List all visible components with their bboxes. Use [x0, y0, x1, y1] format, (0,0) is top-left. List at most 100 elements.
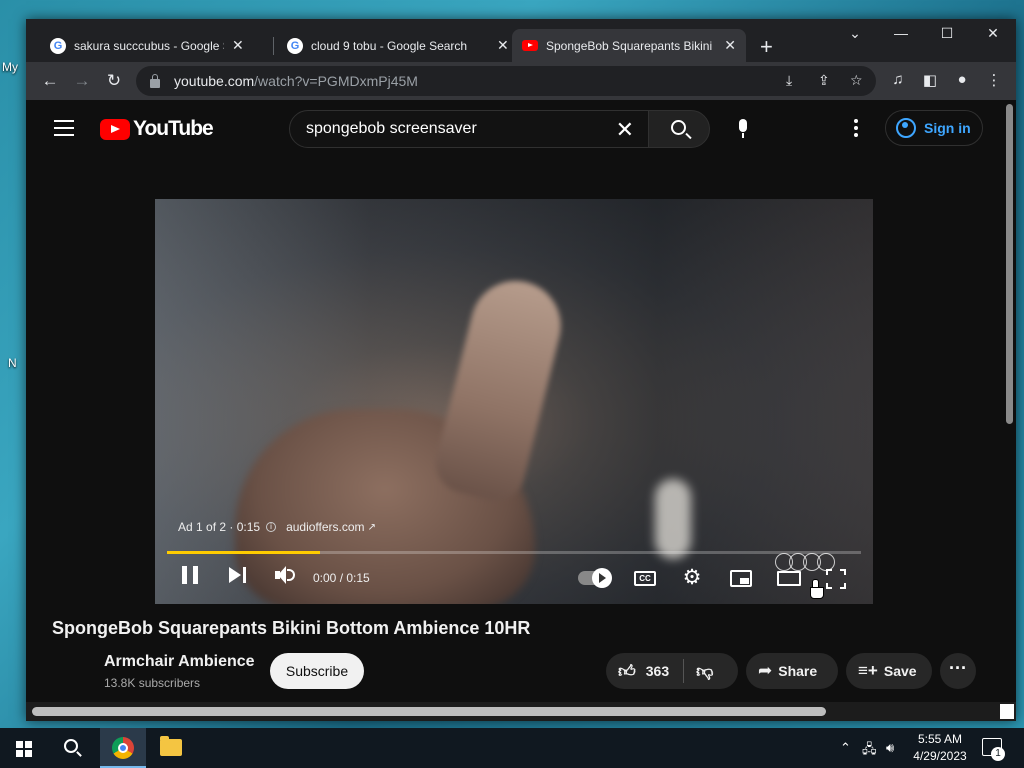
desktop-icon-label[interactable]: My [2, 60, 18, 74]
media-control-icon[interactable]: ♫ [888, 71, 908, 88]
clock-date: 4/29/2023 [913, 749, 967, 763]
horizontal-scroll-thumb[interactable] [32, 707, 826, 716]
new-tab-button[interactable]: + [760, 34, 773, 60]
mouse-cursor-icon [810, 579, 824, 599]
chrome-icon [112, 737, 134, 759]
notification-count: 1 [991, 747, 1005, 761]
file-explorer-icon[interactable] [160, 736, 182, 756]
browser-menu-icon[interactable]: ⋮ [984, 71, 1004, 89]
video-player[interactable]: Ad 1 of 2 · 0:15 i audioffers.com ↗ 0:00… [155, 199, 873, 604]
desktop-icon-label-n[interactable]: N [8, 356, 17, 370]
clock-time: 5:55 AM [917, 732, 963, 746]
like-icon[interactable]: 👍︎ [618, 661, 636, 682]
search-input[interactable]: spongebob screensaver ✕ [289, 110, 649, 148]
close-tab-icon[interactable]: ✕ [724, 37, 736, 54]
microphone-icon [739, 119, 747, 132]
windows-start-icon[interactable] [16, 741, 32, 757]
youtube-icon [522, 40, 538, 51]
save-playlist-icon: ≡+ [858, 661, 878, 680]
clear-search-icon[interactable]: ✕ [616, 117, 634, 143]
maximize-button[interactable]: ☐ [924, 25, 970, 42]
close-tab-icon[interactable]: ✕ [232, 37, 244, 54]
network-icon[interactable]: 🖧︎ [862, 740, 877, 762]
taskbar-search-icon[interactable] [64, 739, 78, 753]
google-icon [50, 37, 66, 54]
reload-button[interactable]: ↻ [104, 71, 124, 91]
close-tab-icon[interactable]: ✕ [497, 37, 509, 54]
miniplayer-button[interactable] [730, 570, 752, 587]
tab-youtube-active[interactable]: SpongeBob Squarepants Bikini Bottom Ambi… [512, 29, 746, 62]
address-bar[interactable]: youtube.com/watch?v=PGMDxmPj45M ⤓ ⇪ ☆ [136, 66, 876, 96]
google-icon [287, 37, 303, 54]
url-text[interactable]: youtube.com/watch?v=PGMDxmPj45M [174, 73, 418, 89]
youtube-page: YouTube spongebob screensaver ✕ Sign in [26, 100, 1016, 721]
subtitles-button[interactable]: CC [634, 571, 656, 586]
account-icon [896, 118, 916, 138]
lock-icon[interactable] [150, 73, 160, 88]
tab-title: cloud 9 tobu - Google Search [311, 38, 468, 53]
channel-name[interactable]: Armchair Ambience [104, 653, 255, 671]
sign-in-button[interactable]: Sign in [885, 110, 983, 146]
tab-separator [273, 37, 274, 55]
horizontal-scrollbar[interactable] [26, 702, 1016, 721]
ad-info-icon[interactable]: i [266, 522, 277, 532]
progress-fill [167, 551, 320, 554]
minimize-button[interactable]: — [878, 25, 924, 41]
settings-gear-icon[interactable]: ⚙ [682, 567, 702, 588]
pause-button[interactable] [182, 566, 198, 584]
vertical-scrollbar[interactable] [1002, 100, 1016, 702]
dislike-icon[interactable]: 👎︎ [696, 661, 713, 682]
youtube-logo-text: YouTube [133, 117, 214, 140]
tab-search-icon[interactable]: ⌄ [832, 25, 878, 42]
search-button[interactable] [648, 110, 710, 148]
back-button[interactable]: ← [40, 71, 60, 91]
progress-bar[interactable] [167, 551, 861, 554]
next-button[interactable] [229, 567, 247, 583]
profile-icon[interactable]: ● [952, 71, 972, 88]
guide-menu-icon[interactable] [54, 120, 74, 141]
share-page-icon[interactable]: ⇪ [818, 72, 830, 89]
volume-tray-icon[interactable]: 🔊︎ [886, 740, 894, 756]
side-panel-icon[interactable]: ◧ [920, 71, 940, 89]
forward-button[interactable]: → [72, 71, 92, 91]
share-button[interactable]: ➦ Share [746, 653, 838, 689]
subscriber-count: 13.8K subscribers [104, 676, 201, 690]
browser-window: sakura succcubus - Google Search ✕ cloud… [26, 19, 1016, 721]
share-label: Share [778, 663, 818, 679]
tab-title: sakura succcubus - Google Search [74, 38, 224, 53]
share-arrow-icon: ➦ [758, 661, 773, 680]
tab-google-search-1[interactable]: sakura succcubus - Google Search ✕ [40, 29, 254, 62]
browser-toolbar: ← → ↻ youtube.com/watch?v=PGMDxmPj45M ⤓ … [26, 62, 1016, 100]
install-app-icon[interactable]: ⤓ [786, 72, 792, 89]
autoplay-toggle[interactable] [578, 568, 612, 588]
settings-menu-icon[interactable] [854, 119, 858, 140]
more-actions-button[interactable]: ··· [940, 653, 976, 689]
close-window-button[interactable]: ✕ [970, 25, 1016, 42]
voice-search-button[interactable] [724, 110, 762, 148]
youtube-logo[interactable]: YouTube [100, 117, 214, 141]
fullscreen-button[interactable] [826, 569, 846, 589]
taskbar: ⌃ 🖧︎ 🔊︎ 5:55 AM 4/29/2023 1 [0, 728, 1024, 768]
tab-google-search-2[interactable]: cloud 9 tobu - Google Search ✕ [277, 29, 519, 62]
video-title: SpongeBob Squarepants Bikini Bottom Ambi… [52, 618, 531, 638]
show-hidden-icons-chevron[interactable]: ⌃ [840, 740, 851, 756]
theater-mode-button[interactable] [777, 571, 801, 586]
search-icon [671, 120, 686, 135]
notifications-icon[interactable]: 1 [982, 738, 1005, 761]
volume-button[interactable] [275, 566, 295, 584]
time-display: 0:00 / 0:15 [313, 571, 370, 585]
save-label: Save [883, 663, 917, 679]
ad-domain-link[interactable]: audioffers.com [286, 520, 365, 534]
taskbar-chrome-button[interactable] [100, 728, 146, 768]
tab-strip: sakura succcubus - Google Search ✕ cloud… [26, 19, 1016, 62]
bookmark-star-icon[interactable]: ☆ [850, 72, 863, 89]
search-query-text: spongebob screensaver [306, 120, 477, 137]
ad-label: Ad 1 of 2 · 0:15 [178, 520, 261, 534]
ad-info: Ad 1 of 2 · 0:15 i audioffers.com ↗ [178, 520, 376, 534]
system-clock[interactable]: 5:55 AM 4/29/2023 [905, 731, 975, 765]
save-button[interactable]: ≡+ Save [846, 653, 932, 689]
subscribe-button[interactable]: Subscribe [270, 653, 364, 689]
tab-title: SpongeBob Squarepants Bikini Bottom Ambi… [546, 38, 716, 53]
youtube-play-logo-icon [100, 118, 130, 140]
like-count[interactable]: 363 [646, 663, 669, 679]
